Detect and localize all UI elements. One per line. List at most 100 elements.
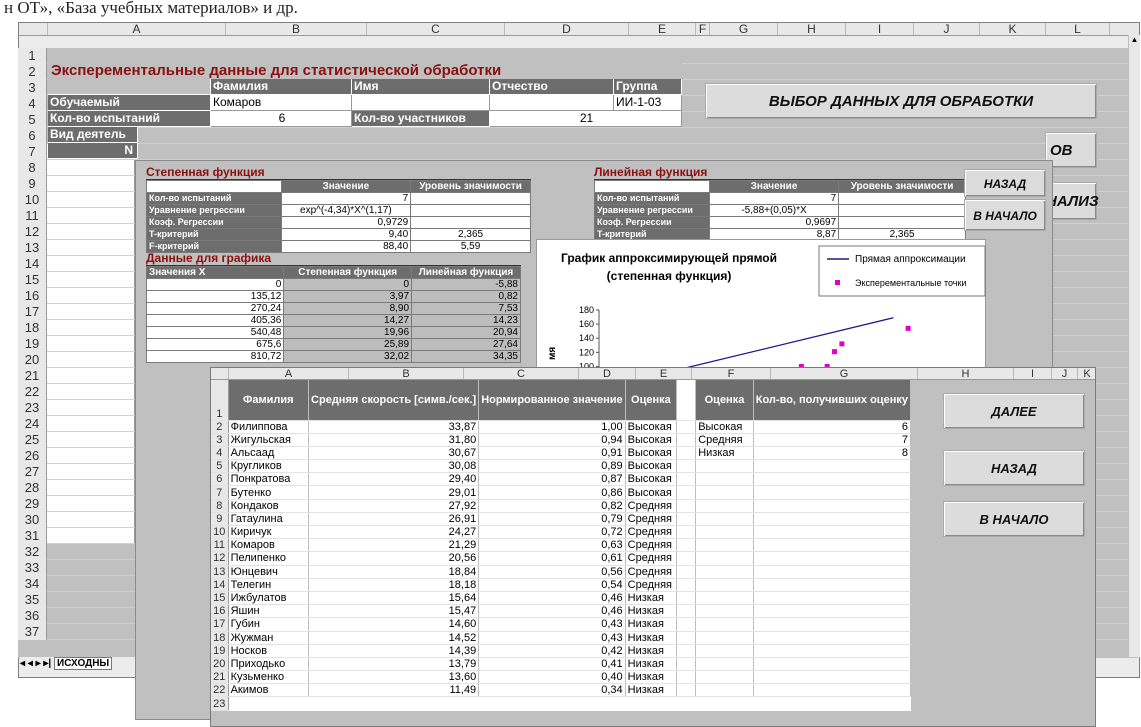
stat-level[interactable] [838,216,966,229]
cell-grade[interactable]: Высокая [625,459,678,474]
cell-count[interactable] [753,565,912,579]
stat-level[interactable] [410,204,531,217]
cell-normalized[interactable]: 0,46 [478,591,626,606]
stat-value[interactable]: -5,88+(0,05)*X [708,204,840,217]
cell-surname[interactable]: Приходько [228,657,310,672]
select-all-corner[interactable] [211,368,229,379]
cell-count[interactable] [753,472,912,487]
cell-grade[interactable]: Низкая [625,657,678,672]
column-header-i[interactable]: I [1014,368,1052,380]
cell-count[interactable] [753,670,912,685]
tab-source-data[interactable]: ИСХОДНЫ [54,657,113,670]
stat-level[interactable] [838,192,966,205]
select-all-corner[interactable] [19,23,48,35]
cell-count[interactable] [753,551,912,566]
column-header-c[interactable]: C [367,23,505,36]
cell-count[interactable] [753,578,912,592]
cell-surname[interactable]: Филиппова [228,420,310,434]
cell-normalized[interactable]: 0,94 [478,433,626,447]
cell-surname[interactable]: Носков [228,644,310,658]
column-header-b[interactable]: B [226,23,367,36]
select-data-button[interactable]: ВЫБОР ДАННЫХ ДЛЯ ОБРАБОТКИ [705,83,1097,119]
stat-value[interactable]: 9,40 [280,228,412,241]
stat-value[interactable]: 0,9729 [280,216,412,229]
row-header[interactable]: 12 [18,224,47,240]
cell-grade[interactable]: Средняя [625,525,678,540]
column-header-g[interactable]: G [710,23,778,36]
next-button[interactable]: ДАЛЕЕ [943,393,1085,429]
stat-value[interactable]: exp^(-4,34)*X^(1,17) [280,204,412,217]
column-header-k[interactable]: K [1078,368,1095,380]
cell-grade-summary[interactable] [695,617,754,632]
row-header[interactable]: 3 [18,80,47,96]
row-header[interactable]: 14 [18,256,47,272]
cell-surname[interactable]: Бутенко [228,485,310,500]
value-x[interactable]: 270,24 [145,302,285,315]
stat-value[interactable]: 7 [280,192,412,205]
tab-nav-icon[interactable]: ◂ ◂ ▸ ▸| [20,658,51,669]
row-header[interactable]: 11 [18,208,47,224]
cell-group[interactable]: ИИ-1-03 [614,95,682,111]
value-power[interactable]: 3,97 [283,290,413,303]
cell-normalized[interactable]: 0,43 [478,617,626,632]
column-header-j[interactable]: J [1052,368,1078,380]
cell-empty[interactable] [676,538,697,553]
cell-empty[interactable] [676,420,697,434]
cell-empty[interactable] [676,604,697,619]
cell-speed[interactable]: 14,39 [308,644,480,658]
cell-surname[interactable]: Жигульская [228,433,310,447]
cell-count[interactable]: 6 [753,420,912,434]
cell-empty[interactable] [676,472,697,487]
value-power[interactable]: 32,02 [283,350,413,363]
cell-normalized[interactable]: 0,42 [478,644,626,658]
cell-count[interactable] [753,644,912,658]
cell-empty[interactable] [676,433,697,447]
row-header[interactable]: 6 [18,128,47,144]
cell-grade[interactable]: Высокая [625,485,678,500]
row-header[interactable]: 16 [18,288,47,304]
row-header[interactable]: 4 [18,96,47,112]
cell-normalized[interactable]: 0,34 [478,683,626,698]
value-x[interactable]: 0 [145,278,285,291]
cell-speed[interactable]: 26,91 [308,512,480,527]
cell-empty[interactable] [676,578,697,592]
row-header[interactable]: 31 [18,528,47,544]
cell-trials[interactable]: 6 [211,111,352,127]
cell-grade-summary[interactable] [695,670,754,685]
cell-normalized[interactable]: 0,54 [478,578,626,592]
value-x[interactable]: 675,6 [145,338,285,351]
cell-grade[interactable]: Средняя [625,551,678,566]
row-header[interactable]: 9 [18,176,47,192]
scroll-up-icon[interactable]: ▲ [1129,35,1140,45]
cell-speed[interactable]: 21,29 [308,538,480,553]
cell-count[interactable] [753,525,912,540]
cell-empty[interactable] [676,644,697,658]
cell-grade-summary[interactable]: Низкая [695,446,754,461]
value-x[interactable]: 540,48 [145,326,285,339]
cell-empty[interactable] [676,631,697,645]
cell-speed[interactable]: 31,80 [308,433,480,447]
value-power[interactable]: 25,89 [283,338,413,351]
cell-surname[interactable]: Ижбулатов [228,591,310,606]
cell-count[interactable] [753,485,912,500]
cell-grade-summary[interactable] [695,525,754,540]
cell-surname[interactable]: Киричук [228,525,310,540]
cell-count[interactable] [753,538,912,553]
column-header-d[interactable]: D [505,23,629,36]
cell-normalized[interactable]: 0,46 [478,604,626,619]
cell-speed[interactable]: 29,40 [308,472,480,487]
cell-empty[interactable] [676,446,697,461]
row-header[interactable]: 27 [18,464,47,480]
value-x[interactable]: 405,36 [145,314,285,327]
row-header[interactable]: 29 [18,496,47,512]
row-header[interactable]: 32 [18,544,47,560]
column-header-g[interactable]: G [771,368,918,380]
cell-grade[interactable]: Средняя [625,565,678,579]
cell-grade[interactable]: Высокая [625,446,678,461]
cell-count[interactable] [753,617,912,632]
start-button[interactable]: В НАЧАЛО [964,199,1046,231]
cell-speed[interactable]: 13,60 [308,670,480,685]
value-linear[interactable]: -5,88 [411,278,521,291]
value-power[interactable]: 0 [283,278,413,291]
value-power[interactable]: 19,96 [283,326,413,339]
